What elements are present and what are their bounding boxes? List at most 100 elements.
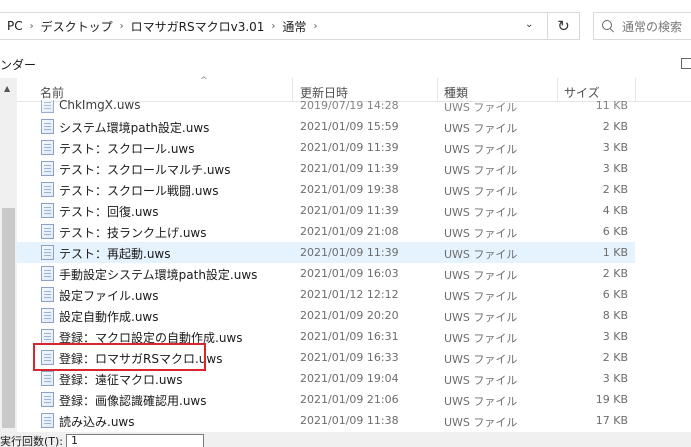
file-row[interactable]: 登録：画像認識確認用.uws 2021/01/09 21:06 UWS ファイル 19… bbox=[17, 389, 635, 410]
file-type: UWS ファイル bbox=[444, 374, 518, 387]
file-date: 2021/01/09 11:38 bbox=[300, 414, 399, 427]
file-name[interactable]: テスト：スクロール戦闘.uws bbox=[59, 182, 219, 199]
highlight-annotation bbox=[33, 343, 206, 371]
refresh-icon: ↻ bbox=[557, 17, 570, 35]
file-name[interactable]: 読み込み.uws bbox=[59, 413, 135, 430]
nav-pane-scrollbar[interactable]: ▲ bbox=[0, 78, 17, 432]
file-date: 2021/01/09 11:39 bbox=[300, 141, 399, 154]
file-list: ChkImgX.uws 2019/07/19 14:28 UWS ファイル 11 KB… bbox=[17, 100, 691, 432]
file-type: UWS ファイル bbox=[444, 227, 518, 240]
column-divider[interactable] bbox=[292, 78, 293, 102]
file-row[interactable]: テスト：スクロールマルチ.uws 2021/01/09 11:39 UWS ファイル… bbox=[17, 158, 635, 179]
file-row[interactable]: システム環境path設定.uws 2021/01/09 15:59 UWS ファイル… bbox=[17, 116, 635, 137]
file-type: UWS ファイル bbox=[444, 395, 518, 408]
uws-file-icon bbox=[41, 413, 54, 428]
file-row[interactable]: 設定自動作成.uws 2021/01/09 20:20 UWS ファイル 8 KB bbox=[17, 305, 635, 326]
file-row[interactable]: テスト：スクロール戦闘.uws 2021/01/09 19:38 UWS ファイル 2… bbox=[17, 179, 635, 200]
address-bar[interactable]: PC › デスクトップ › ロマサガRSマクロv3.01 › 通常 › ⌄ bbox=[0, 12, 548, 40]
file-row[interactable]: 読み込み.uws 2021/01/09 11:38 UWS ファイル 17 KB bbox=[17, 410, 635, 431]
view-details-icon[interactable] bbox=[681, 58, 691, 69]
run-count-input[interactable]: 1 bbox=[66, 434, 204, 447]
toolbar-label[interactable]: ンダー bbox=[0, 56, 36, 73]
column-header-row: ^ 名前 更新日時 種類 サイズ bbox=[17, 76, 691, 102]
chevron-down-icon[interactable]: ⌄ bbox=[525, 19, 533, 30]
file-name[interactable]: 設定自動作成.uws bbox=[59, 308, 159, 325]
file-date: 2021/01/09 16:03 bbox=[300, 267, 399, 280]
file-name[interactable]: 設定ファイル.uws bbox=[59, 287, 159, 304]
file-name[interactable]: 登録：遠征マクロ.uws bbox=[59, 371, 183, 388]
uws-file-icon bbox=[41, 371, 54, 386]
file-size: 2 KB bbox=[602, 267, 628, 280]
file-row[interactable]: ChkImgX.uws 2019/07/19 14:28 UWS ファイル 11 KB bbox=[17, 100, 635, 116]
file-date: 2021/01/09 16:33 bbox=[300, 351, 399, 364]
file-name[interactable]: ChkImgX.uws bbox=[59, 100, 141, 112]
file-date: 2021/01/09 19:38 bbox=[300, 183, 399, 196]
breadcrumb-current-folder[interactable]: 通常 bbox=[282, 18, 306, 35]
file-name[interactable]: 手動設定システム環境path設定.uws bbox=[59, 266, 257, 283]
breadcrumb-desktop[interactable]: デスクトップ bbox=[41, 18, 113, 35]
uws-file-icon bbox=[41, 329, 54, 344]
column-divider[interactable] bbox=[635, 78, 636, 102]
column-divider[interactable] bbox=[437, 78, 438, 102]
file-name[interactable]: テスト：スクロール.uws bbox=[59, 140, 195, 157]
search-placeholder: 通常の検索 bbox=[622, 19, 683, 34]
file-size: 6 KB bbox=[602, 288, 628, 301]
file-size: 19 KB bbox=[595, 393, 628, 406]
file-row[interactable]: テスト：スクロール.uws 2021/01/09 11:39 UWS ファイル 3 K… bbox=[17, 137, 635, 158]
file-name[interactable]: 登録：画像認識確認用.uws bbox=[59, 392, 207, 409]
file-type: UWS ファイル bbox=[444, 185, 518, 198]
scrollbar-thumb[interactable] bbox=[2, 208, 15, 428]
column-header-type[interactable]: 種類 bbox=[444, 84, 468, 101]
file-name[interactable]: テスト：技ランク上げ.uws bbox=[59, 224, 207, 241]
uws-file-icon bbox=[41, 161, 54, 176]
file-date: 2021/01/09 11:39 bbox=[300, 204, 399, 217]
file-date: 2021/01/09 19:04 bbox=[300, 372, 399, 385]
uws-file-icon bbox=[41, 100, 54, 113]
uws-file-icon bbox=[41, 203, 54, 218]
file-name[interactable]: テスト：再起動.uws bbox=[59, 245, 171, 262]
uws-file-icon bbox=[41, 119, 54, 134]
file-type: UWS ファイル bbox=[444, 269, 518, 282]
file-type: UWS ファイル bbox=[444, 101, 518, 114]
scroll-up-icon[interactable]: ▲ bbox=[4, 84, 10, 93]
chevron-right-icon[interactable]: › bbox=[264, 21, 282, 32]
breadcrumb-macro-folder[interactable]: ロマサガRSマクロv3.01 bbox=[131, 18, 265, 35]
column-header-name[interactable]: 名前 bbox=[40, 84, 64, 101]
file-type: UWS ファイル bbox=[444, 206, 518, 219]
column-header-size[interactable]: サイズ bbox=[564, 84, 600, 101]
file-type: UWS ファイル bbox=[444, 311, 518, 324]
file-size: 4 KB bbox=[602, 204, 628, 217]
file-size: 3 KB bbox=[602, 330, 628, 343]
column-divider[interactable] bbox=[557, 78, 558, 102]
uws-file-icon bbox=[41, 308, 54, 323]
file-type: UWS ファイル bbox=[444, 143, 518, 156]
uws-file-icon bbox=[41, 140, 54, 155]
file-type: UWS ファイル bbox=[444, 332, 518, 345]
file-row[interactable]: 手動設定システム環境path設定.uws 2021/01/09 16:03 UWS … bbox=[17, 263, 635, 284]
file-date: 2021/01/09 16:31 bbox=[300, 330, 399, 343]
chevron-right-icon[interactable]: › bbox=[306, 21, 324, 32]
file-row[interactable]: テスト：再起動.uws 2021/01/09 11:39 UWS ファイル 1 KB bbox=[17, 242, 635, 263]
file-date: 2021/01/09 11:39 bbox=[300, 246, 399, 259]
search-input[interactable]: 通常の検索 bbox=[593, 12, 691, 40]
file-size: 11 KB bbox=[595, 100, 628, 112]
breadcrumb-pc[interactable]: PC bbox=[7, 19, 23, 33]
file-row[interactable]: 登録：遠征マクロ.uws 2021/01/09 19:04 UWS ファイル 3 KB bbox=[17, 368, 635, 389]
chevron-right-icon[interactable]: › bbox=[113, 21, 131, 32]
status-bar: 実行回数(T): 1 bbox=[0, 432, 691, 447]
file-name[interactable]: テスト：スクロールマルチ.uws bbox=[59, 161, 231, 178]
uws-file-icon bbox=[41, 287, 54, 302]
file-row[interactable]: 設定ファイル.uws 2021/01/12 12:12 UWS ファイル 6 KB bbox=[17, 284, 635, 305]
refresh-button[interactable]: ↻ bbox=[548, 12, 580, 40]
file-name[interactable]: テスト：回復.uws bbox=[59, 203, 159, 220]
uws-file-icon bbox=[41, 392, 54, 407]
file-row[interactable]: テスト：技ランク上げ.uws 2021/01/09 21:08 UWS ファイル 6 … bbox=[17, 221, 635, 242]
toolbar: ンダー bbox=[0, 52, 691, 76]
search-icon bbox=[602, 20, 614, 32]
run-count-label: 実行回数(T): bbox=[0, 435, 64, 447]
column-header-date[interactable]: 更新日時 bbox=[300, 84, 348, 101]
chevron-right-icon[interactable]: › bbox=[23, 21, 41, 32]
file-row[interactable]: テスト：回復.uws 2021/01/09 11:39 UWS ファイル 4 KB bbox=[17, 200, 635, 221]
file-date: 2021/01/09 11:39 bbox=[300, 162, 399, 175]
file-name[interactable]: システム環境path設定.uws bbox=[59, 119, 209, 136]
